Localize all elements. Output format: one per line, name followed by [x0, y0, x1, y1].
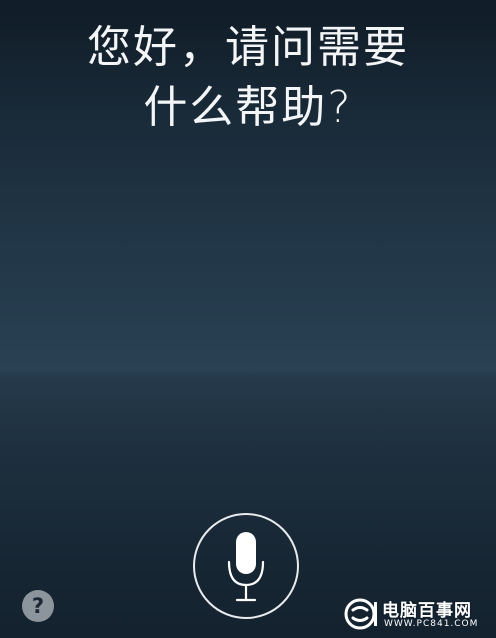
pc841-logo-icon [344, 598, 377, 630]
watermark-title: 电脑百事网 [382, 601, 472, 621]
siri-screen: 您好，请问需要 什么帮助? ? 电脑百事网 WWW.PC841.COM [0, 0, 496, 638]
watermark: 电脑百事网 WWW.PC841.COM [344, 594, 494, 634]
microphone-button[interactable] [193, 513, 299, 619]
prompt-line-1: 您好，请问需要 [87, 22, 409, 73]
siri-prompt: 您好，请问需要 什么帮助? [0, 18, 496, 138]
help-icon: ? [31, 594, 45, 618]
prompt-line-2: 什么帮助? [143, 82, 353, 133]
help-button[interactable]: ? [22, 590, 54, 622]
microphone-icon [227, 532, 265, 602]
watermark-url: WWW.PC841.COM [384, 619, 479, 629]
